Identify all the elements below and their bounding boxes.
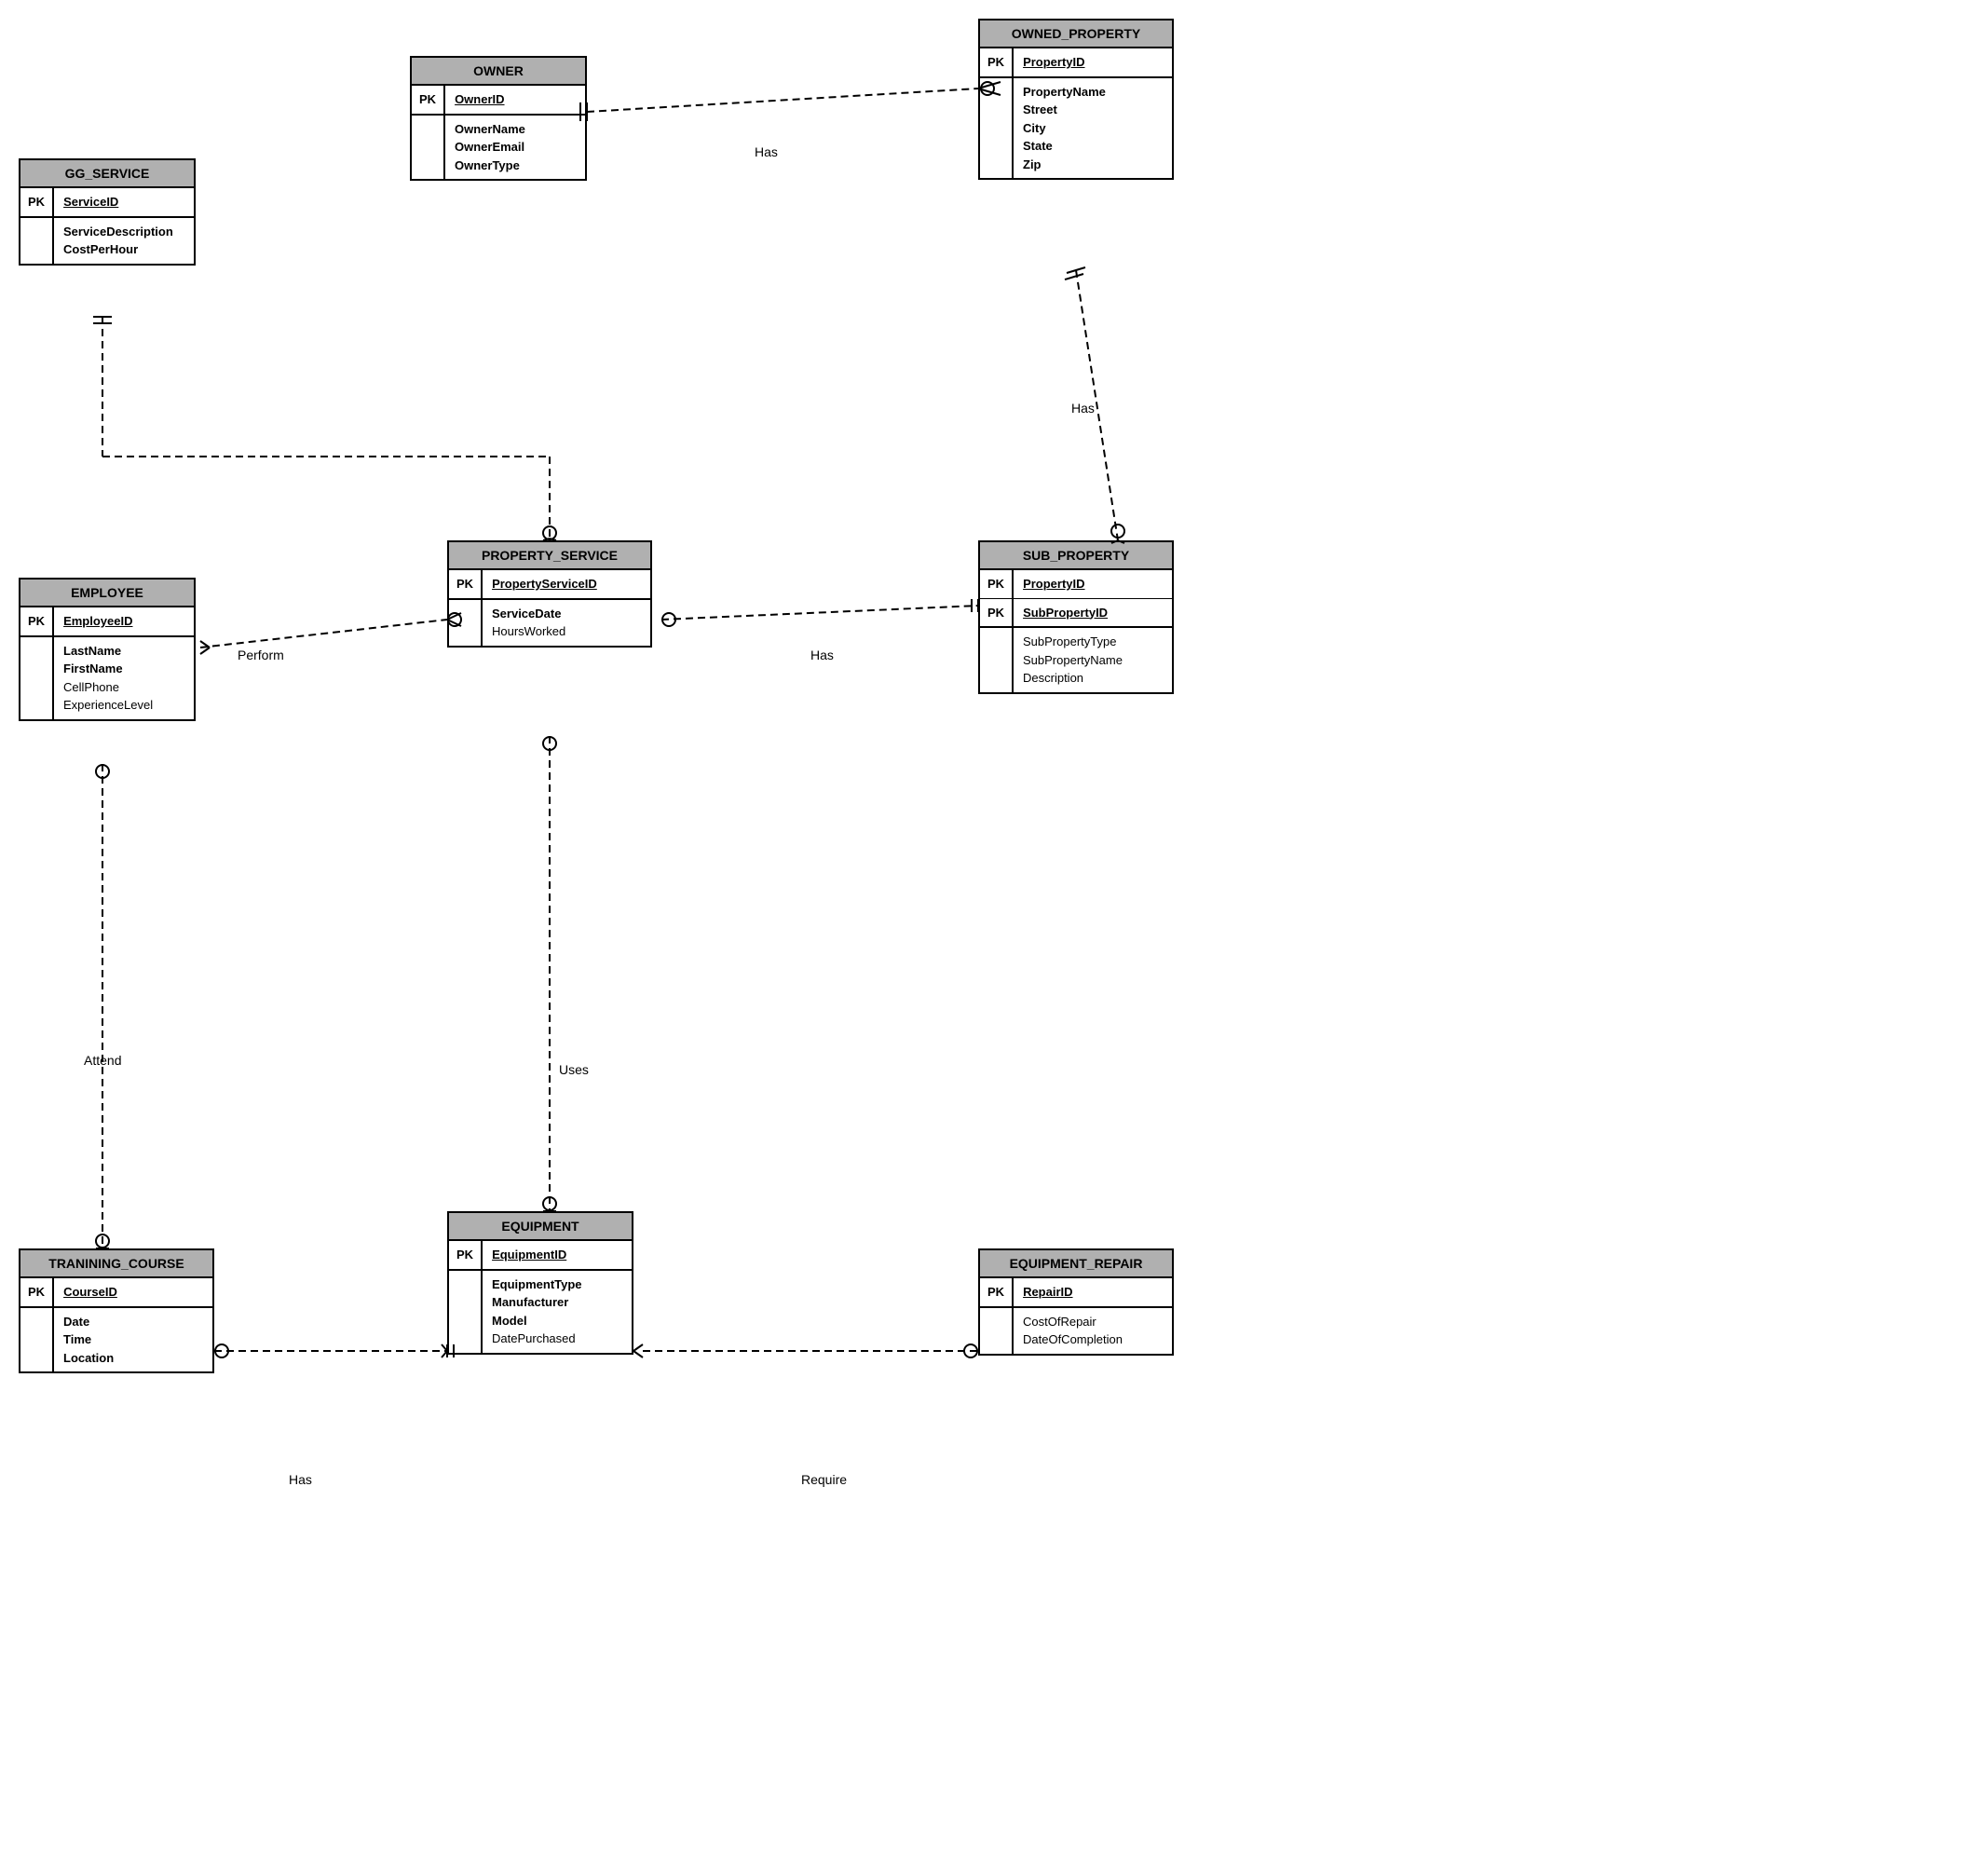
owner-table: OWNER PK OwnerID OwnerName OwnerEmail Ow…	[410, 56, 587, 181]
owned-property-pk-label: PK	[980, 48, 1014, 76]
sub-property-pk2-attr: SubPropertyID	[1014, 599, 1117, 627]
has-label-training-equip: Has	[289, 1472, 312, 1487]
owned-property-attrs: PropertyName Street City State Zip	[1014, 78, 1115, 179]
owned-property-table: OWNED_PROPERTY PK PropertyID PropertyNam…	[978, 19, 1174, 180]
er-connections	[0, 0, 1988, 1855]
require-label: Require	[801, 1472, 847, 1487]
property-service-header: PROPERTY_SERVICE	[449, 542, 650, 570]
equipment-repair-header: EQUIPMENT_REPAIR	[980, 1250, 1172, 1278]
equipment-repair-table: EQUIPMENT_REPAIR PK RepairID CostOfRepai…	[978, 1248, 1174, 1356]
equipment-empty	[449, 1271, 483, 1353]
uses-label: Uses	[559, 1062, 589, 1077]
gg-service-attrs: ServiceDescription CostPerHour	[54, 218, 183, 264]
gg-service-header: GG_SERVICE	[20, 160, 194, 188]
owner-header: OWNER	[412, 58, 585, 86]
property-service-table: PROPERTY_SERVICE PK PropertyServiceID Se…	[447, 540, 652, 648]
has-label-owner-owned: Has	[755, 144, 778, 159]
property-service-empty	[449, 600, 483, 646]
owner-empty	[412, 116, 445, 180]
er-diagram: GG_SERVICE PK ServiceID ServiceDescripti…	[0, 0, 1988, 1855]
equipment-pk-attr: EquipmentID	[483, 1241, 576, 1269]
equipment-table: EQUIPMENT PK EquipmentID EquipmentType M…	[447, 1211, 633, 1355]
equipment-repair-attrs: CostOfRepair DateOfCompletion	[1014, 1308, 1132, 1354]
has-label-owned-sub: Has	[1071, 401, 1095, 416]
training-course-table: TRANINING_COURSE PK CourseID Date Time L…	[19, 1248, 214, 1373]
sub-property-table: SUB_PROPERTY PK PropertyID PK SubPropert…	[978, 540, 1174, 694]
employee-attrs: LastName FirstName CellPhone ExperienceL…	[54, 637, 162, 719]
employee-header: EMPLOYEE	[20, 580, 194, 607]
sub-property-attrs: SubPropertyType SubPropertyName Descript…	[1014, 628, 1132, 692]
property-service-pk-label: PK	[449, 570, 483, 598]
perform-label: Perform	[238, 648, 284, 662]
attend-label: Attend	[84, 1053, 121, 1068]
property-service-attrs: ServiceDate HoursWorked	[483, 600, 575, 646]
equipment-pk-label: PK	[449, 1241, 483, 1269]
employee-pk-label: PK	[20, 607, 54, 635]
employee-pk-attr: EmployeeID	[54, 607, 142, 635]
has-label-ps-sub: Has	[810, 648, 834, 662]
gg-service-pk-label: PK	[20, 188, 54, 216]
owner-pk-label: PK	[412, 86, 445, 114]
sub-property-header: SUB_PROPERTY	[980, 542, 1172, 570]
owner-attrs: OwnerName OwnerEmail OwnerType	[445, 116, 535, 180]
equipment-header: EQUIPMENT	[449, 1213, 632, 1241]
gg-service-pk-attr: ServiceID	[54, 188, 128, 216]
equipment-attrs: EquipmentType Manufacturer Model DatePur…	[483, 1271, 592, 1353]
training-course-pk-attr: CourseID	[54, 1278, 127, 1306]
training-course-header: TRANINING_COURSE	[20, 1250, 212, 1278]
employee-empty	[20, 637, 54, 719]
owned-property-header: OWNED_PROPERTY	[980, 20, 1172, 48]
owner-pk-attr: OwnerID	[445, 86, 513, 114]
property-service-pk-attr: PropertyServiceID	[483, 570, 606, 598]
equipment-repair-pk-label: PK	[980, 1278, 1014, 1306]
training-course-empty	[20, 1308, 54, 1372]
sub-property-pk1-attr: PropertyID	[1014, 570, 1094, 598]
equipment-repair-empty	[980, 1308, 1014, 1354]
training-course-pk-label: PK	[20, 1278, 54, 1306]
sub-property-pk2-label: PK	[980, 599, 1014, 627]
owned-property-empty	[980, 78, 1014, 179]
owned-property-pk-attr: PropertyID	[1014, 48, 1094, 76]
sub-property-empty	[980, 628, 1014, 692]
gg-service-table: GG_SERVICE PK ServiceID ServiceDescripti…	[19, 158, 196, 266]
training-course-attrs: Date Time Location	[54, 1308, 123, 1372]
gg-service-empty	[20, 218, 54, 264]
sub-property-pk1-label: PK	[980, 570, 1014, 598]
equipment-repair-pk-attr: RepairID	[1014, 1278, 1082, 1306]
employee-table: EMPLOYEE PK EmployeeID LastName FirstNam…	[19, 578, 196, 721]
